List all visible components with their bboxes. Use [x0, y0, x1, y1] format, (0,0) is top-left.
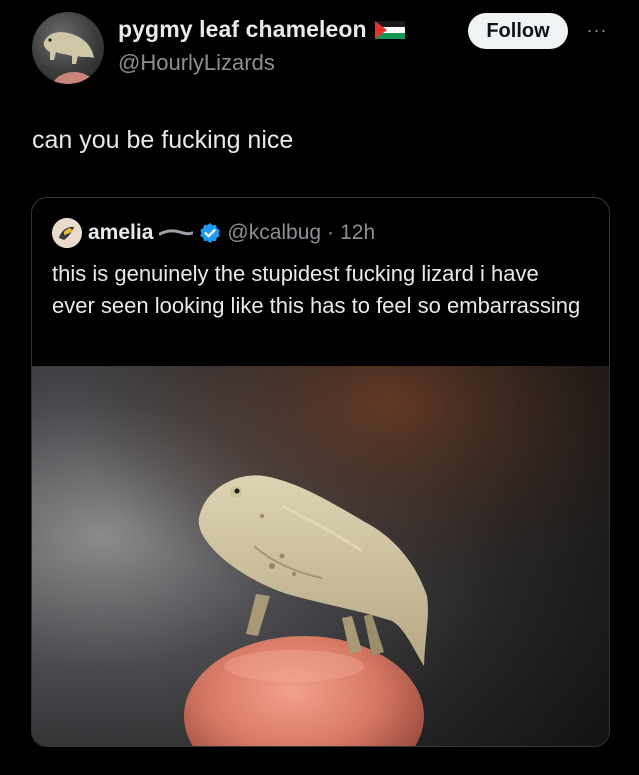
quoted-separator: · — [327, 221, 335, 244]
caterpillar-emoji-icon — [159, 229, 194, 236]
quoted-tweet-text: this is genuinely the stupidest fucking … — [52, 261, 581, 318]
quoted-timestamp[interactable]: 12h — [340, 221, 375, 245]
tweet-text: can you be fucking nice — [32, 126, 294, 154]
author-display-name[interactable]: pygmy leaf chameleon — [118, 16, 367, 43]
chameleon-on-fingertip-photo — [32, 366, 609, 746]
quoted-tweet[interactable]: amelia @kcalbug · 12h this is genuinely … — [31, 197, 610, 747]
quoted-author-avatar[interactable] — [52, 218, 82, 248]
bird-avatar-icon — [52, 218, 82, 248]
follow-button[interactable]: Follow — [468, 13, 568, 49]
author-avatar[interactable] — [32, 12, 104, 84]
author-name-row: pygmy leaf chameleon — [118, 16, 405, 43]
quoted-tweet-header: amelia @kcalbug · 12h — [52, 218, 375, 248]
quoted-tweet-photo[interactable] — [32, 366, 609, 746]
author-handle[interactable]: @HourlyLizards — [118, 50, 275, 76]
verified-badge-icon — [200, 223, 221, 243]
palestine-flag-icon — [374, 20, 405, 39]
tweet: pygmy leaf chameleon @HourlyLizards Foll… — [0, 0, 639, 775]
more-options-icon[interactable]: ··· — [584, 21, 610, 39]
chameleon-avatar-icon — [43, 32, 96, 84]
quoted-display-name[interactable]: amelia — [88, 221, 153, 245]
quoted-handle[interactable]: @kcalbug — [227, 221, 321, 245]
